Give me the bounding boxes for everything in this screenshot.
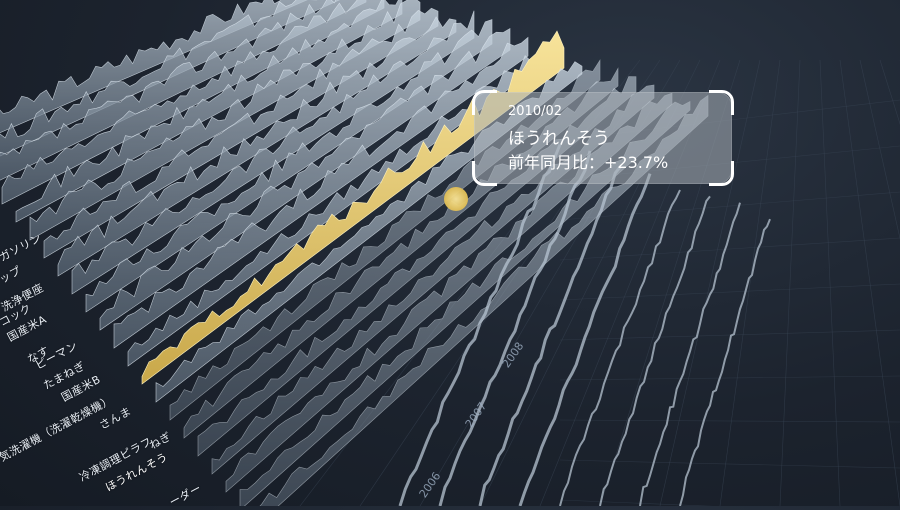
grid-line <box>819 59 841 506</box>
selected-point-marker[interactable] <box>444 187 468 211</box>
grid-line <box>559 499 714 506</box>
tooltip-ratio-label: 前年同月比： <box>508 153 605 172</box>
tooltip-ratio: 前年同月比：+23.7% <box>508 149 668 173</box>
grid-line <box>559 237 900 261</box>
tooltip-date: 2010/02 <box>508 104 563 119</box>
data-tooltip: 2010/02 ほうれんそう 前年同月比：+23.7% <box>472 90 734 186</box>
ridge-line <box>559 189 681 506</box>
tooltip-corner <box>472 161 497 186</box>
ridgeline-3d-chart[interactable] <box>0 0 900 506</box>
tooltip-ratio-value: +23.7% <box>604 153 669 172</box>
tooltip-corner <box>709 90 734 115</box>
grid-line <box>839 59 900 506</box>
grid-line <box>559 283 900 301</box>
tooltip-corner <box>709 161 734 186</box>
grid-line <box>879 59 900 125</box>
grid-line <box>779 59 801 506</box>
tooltip-item-name: ほうれんそう <box>508 129 610 149</box>
ridge-line <box>398 143 562 506</box>
grid-line <box>559 375 900 381</box>
grid-line <box>859 59 900 240</box>
grid-line <box>559 419 900 423</box>
ridge-series-group <box>0 0 771 506</box>
tooltip-corner <box>472 90 497 115</box>
grid-line <box>559 459 900 469</box>
